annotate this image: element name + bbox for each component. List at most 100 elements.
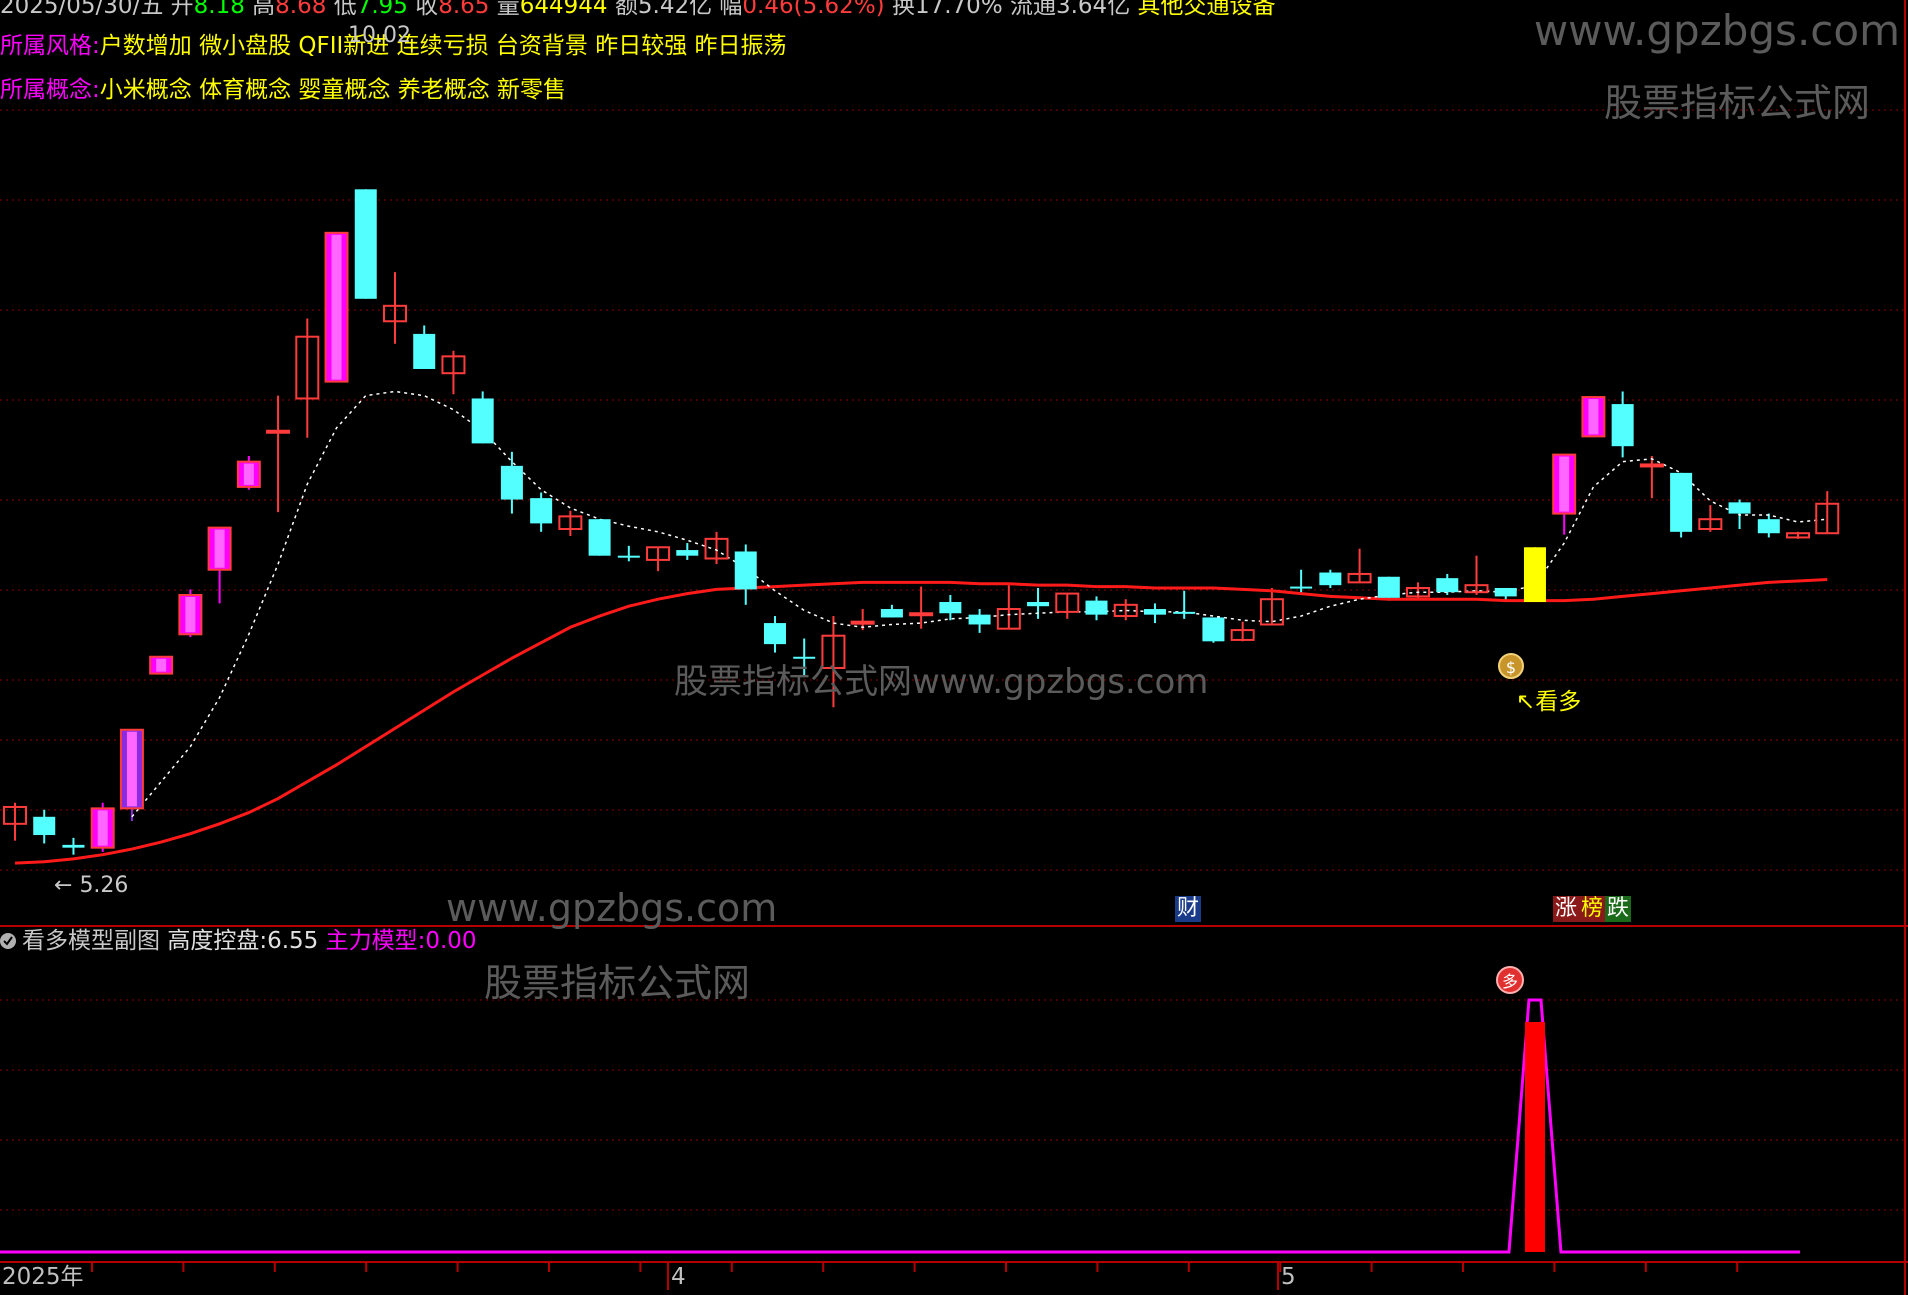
- fall-badge[interactable]: 跌: [1605, 896, 1632, 922]
- candle-bodies: [3, 189, 1840, 849]
- close-value: 8.65: [438, 0, 490, 19]
- candle-body: [676, 550, 699, 556]
- style-tag[interactable]: 台资背景: [496, 33, 588, 59]
- concept-tag[interactable]: 小米概念: [100, 77, 192, 103]
- style-tag[interactable]: 昨日振荡: [695, 33, 787, 59]
- candle-body: [939, 602, 962, 614]
- axis-month-5-label: 5: [1281, 1264, 1296, 1290]
- amount-label: 额: [614, 0, 638, 19]
- main-label: 主力模型:: [325, 928, 426, 954]
- candle-wicks: [14, 189, 1829, 855]
- subchart-title-row: 看多模型副图 高度控盘:6.55 主力模型:0.00: [0, 927, 477, 955]
- candle-body-highlight: [156, 658, 167, 672]
- candle-body-highlight: [126, 731, 137, 807]
- candle-body: [1202, 617, 1225, 642]
- concept-row: 所属概念:小米概念 体育概念 婴童概念 养老概念 新零售: [0, 76, 566, 104]
- model-bar: [1524, 1022, 1545, 1252]
- candle-body-highlight: [214, 529, 225, 568]
- candle-body: [1611, 404, 1634, 447]
- concept-tag[interactable]: 婴童概念: [298, 77, 390, 103]
- rise-badge[interactable]: 涨: [1553, 896, 1580, 922]
- candle-body: [850, 620, 875, 625]
- list-badge[interactable]: 榜: [1579, 896, 1606, 922]
- amount-value: 5.42亿: [637, 0, 713, 19]
- candle-body: [1143, 609, 1166, 615]
- candle-body: [909, 612, 934, 617]
- candle-body: [1290, 586, 1313, 589]
- open-label: 开: [170, 0, 194, 19]
- candle-body: [968, 614, 991, 625]
- candle-body: [1757, 519, 1780, 534]
- candle-body: [471, 398, 494, 444]
- watermark-name-top: 股票指标公式网: [1603, 81, 1870, 125]
- low-label: 低: [333, 0, 357, 19]
- high-price: 10.02: [348, 23, 411, 48]
- candle-body: [266, 429, 291, 434]
- time-ticks: [91, 1262, 1739, 1290]
- low-price: 5.26: [79, 873, 129, 898]
- low-value: 7.95: [356, 0, 408, 19]
- candle-body: [500, 465, 523, 500]
- signal-text: 看多: [1535, 689, 1582, 715]
- watermark-url-top: www.gpzbgs.com: [1533, 6, 1900, 55]
- candle-body: [413, 333, 436, 369]
- candle-body: [1523, 547, 1546, 603]
- volume-value: 644944: [519, 0, 608, 19]
- candle-body-highlight: [1588, 399, 1599, 435]
- stock-chart[interactable]: $ 多: [0, 0, 1908, 1295]
- high-price-annotation: 10.02: [348, 22, 411, 50]
- axis-month-4-label: 4: [671, 1264, 686, 1290]
- candle-body: [880, 609, 903, 618]
- volume-label: 量: [496, 0, 520, 19]
- main-value: 0.00: [425, 928, 477, 954]
- candle-body: [734, 551, 757, 590]
- svg-text:$: $: [1506, 658, 1516, 677]
- candle-body: [530, 498, 553, 524]
- candle-body: [1494, 587, 1517, 597]
- candle-body-highlight: [185, 596, 196, 633]
- candle-body: [617, 555, 640, 558]
- turnover-value: 17.70%: [914, 0, 1003, 19]
- watermark-url-bottom: www.gpzbgs.com: [446, 886, 778, 930]
- concept-tag[interactable]: 新零售: [497, 77, 566, 103]
- subchart-title[interactable]: 看多模型副图: [0, 928, 160, 954]
- candle-body: [1639, 463, 1664, 468]
- change-value: 0.46(5.62%): [742, 0, 885, 19]
- style-tag[interactable]: 户数增加: [100, 33, 192, 59]
- date: 2025/05/30/五: [0, 0, 164, 19]
- watermark-name-bottom: 股票指标公式网: [484, 961, 751, 1005]
- style-tag[interactable]: 微小盘股: [199, 33, 291, 59]
- candle-body: [1670, 472, 1693, 532]
- coin-icon: $: [1498, 653, 1524, 679]
- concept-tag[interactable]: 体育概念: [199, 77, 291, 103]
- finance-badge[interactable]: 财: [1175, 896, 1202, 922]
- change-label: 幅: [719, 0, 743, 19]
- candle-body-highlight: [243, 463, 254, 485]
- candle-body: [763, 623, 786, 645]
- high-value: 8.68: [275, 0, 327, 19]
- candle-body: [62, 844, 85, 848]
- float-value: 3.64亿: [1055, 0, 1131, 19]
- industry[interactable]: 其他交通设备: [1138, 0, 1276, 19]
- duo-marker-text: 多: [1502, 972, 1518, 991]
- low-price-annotation: ← 5.26: [54, 873, 129, 898]
- duo-marker-icon: 多: [1496, 966, 1524, 994]
- candle-body: [33, 816, 56, 836]
- signal-annotation: ↖看多: [1516, 689, 1582, 715]
- candle-body: [1377, 576, 1400, 598]
- axis-year-label: 2025年: [2, 1264, 84, 1290]
- candle-body: [588, 519, 611, 556]
- concept-label: 所属概念:: [0, 77, 100, 103]
- height-value: 6.55: [267, 928, 319, 954]
- candle-body: [1085, 600, 1108, 615]
- quote-header: 2025/05/30/五 开8.18 高8.68 低7.95 收8.65 量64…: [0, 0, 1276, 20]
- open-value: 8.18: [193, 0, 245, 19]
- candle-body: [1319, 572, 1342, 586]
- candle-body: [1728, 502, 1751, 514]
- height-label: 高度控盘:: [167, 928, 268, 954]
- style-tag[interactable]: 昨日较强: [595, 33, 687, 59]
- candle-body-highlight: [1559, 456, 1570, 512]
- concept-tag[interactable]: 养老概念: [398, 77, 490, 103]
- float-label: 流通: [1009, 0, 1056, 19]
- turnover-label: 换: [891, 0, 915, 19]
